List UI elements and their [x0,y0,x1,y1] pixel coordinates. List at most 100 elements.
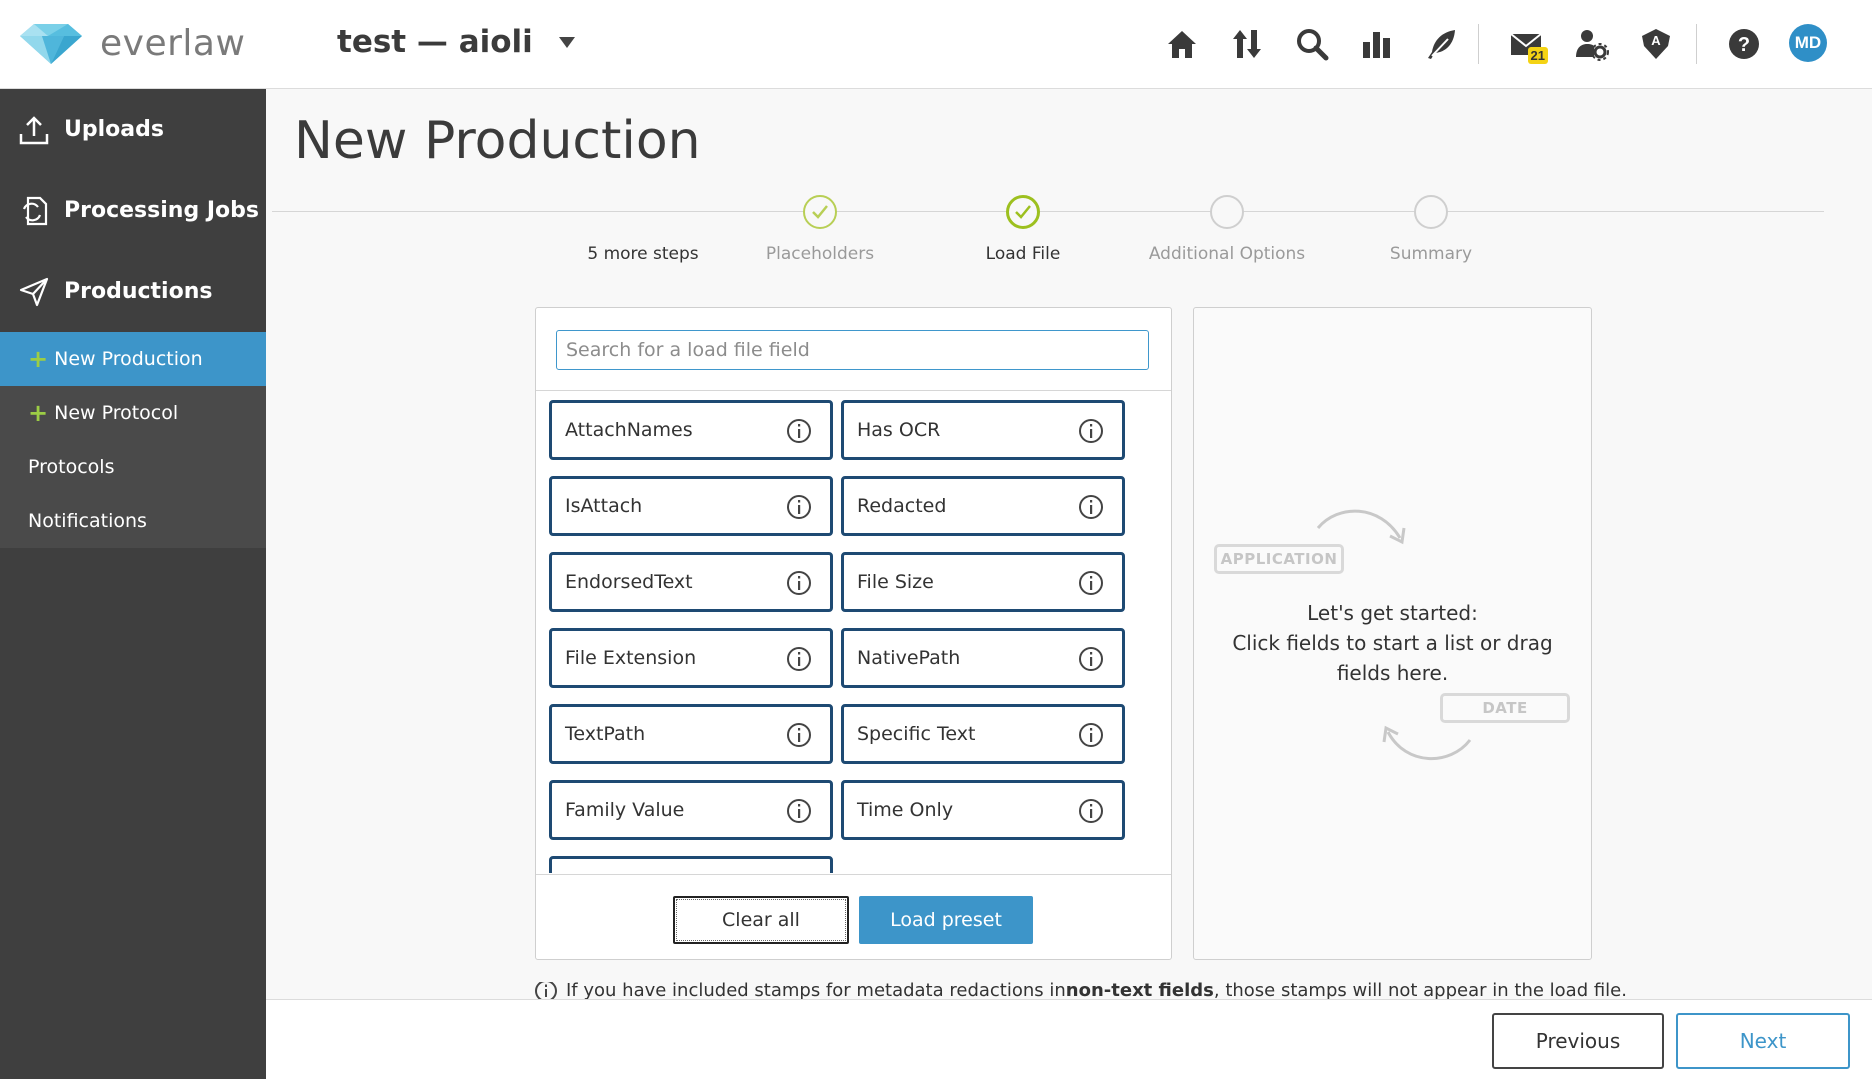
svg-text:?: ? [1738,34,1750,56]
info-icon[interactable] [786,722,812,748]
upload-icon [19,115,49,144]
info-icon[interactable] [1078,570,1104,596]
check-icon [1015,205,1031,219]
step-summary-label[interactable]: Summary [1390,244,1472,264]
field-chip-family-value[interactable]: Family Value [549,780,833,840]
sidebar-item-label: Uploads [64,117,164,142]
main-content: New Production 5 more steps Placeholders… [266,89,1872,999]
sidebar-item-protocols[interactable]: Protocols [0,440,266,494]
drop-zone-heading: Let's get started: [1307,601,1478,625]
sidebar-item-label: Processing Jobs [64,198,259,223]
ghost-tag-date: DATE [1440,693,1570,723]
feather-icon[interactable] [1418,20,1466,68]
analytics-icon[interactable] [1353,20,1401,68]
field-list: AttachNames Has OCR IsAttach Redacted En… [549,400,1149,873]
field-chip-textpath[interactable]: TextPath [549,704,833,764]
sidebar-item-label: Notifications [28,510,147,532]
step-placeholders-label[interactable]: Placeholders [766,244,874,264]
notice-text-start: If you have included stamps for metadata… [566,982,1066,999]
divider [536,390,1171,391]
step-summary-circle[interactable] [1414,195,1448,229]
admin-icon[interactable]: A [1632,20,1680,68]
field-chip-nativepath[interactable]: NativePath [841,628,1125,688]
user-settings-icon[interactable] [1567,20,1615,68]
info-icon[interactable] [1078,418,1104,444]
field-chip-redacted[interactable]: Redacted [841,476,1125,536]
processing-icon [22,196,48,225]
step-additional-options-label[interactable]: Additional Options [1149,244,1305,264]
info-icon[interactable] [786,570,812,596]
field-search-input[interactable] [556,330,1149,370]
step-load-file-label[interactable]: Load File [986,244,1061,264]
field-drop-zone[interactable]: APPLICATION Let's get started: Click fie… [1193,307,1592,960]
field-chip-label: IsAttach [565,495,643,517]
send-icon [19,277,49,306]
mail-count-badge: 21 [1527,47,1548,64]
info-icon[interactable] [1078,646,1104,672]
field-chip-isattach[interactable]: IsAttach [549,476,833,536]
sidebar-item-new-production[interactable]: + New Production [0,332,266,386]
previous-button[interactable]: Previous [1492,1013,1664,1069]
curved-arrow-icon [1382,725,1472,761]
info-icon[interactable] [786,494,812,520]
field-chip-label: Has OCR [857,419,941,441]
info-icon[interactable] [1078,722,1104,748]
field-chip-label: Time Only [857,799,954,821]
field-chip-label: File Size [857,571,934,593]
divider [1478,24,1479,64]
project-name: test — aioli [337,24,533,60]
divider [1696,24,1697,64]
page-title: New Production [294,111,701,171]
user-avatar[interactable]: MD [1789,24,1827,62]
field-chip-time-only[interactable]: Time Only [841,780,1125,840]
info-icon[interactable] [786,798,812,824]
field-chip-label: Family Value [565,799,685,821]
sidebar-item-productions[interactable]: Productions [0,251,266,332]
field-chip-label: Specific Text [857,723,976,745]
load-file-fields-panel: I AttachNames Has OCR IsAttach Redacted … [535,307,1172,960]
sidebar-item-label: Protocols [28,456,115,478]
info-icon[interactable] [1078,798,1104,824]
notice-text-bold: non-text fields [1065,982,1214,999]
sidebar-item-processing-jobs[interactable]: Processing Jobs [0,170,266,251]
caret-down-icon [558,36,575,48]
info-icon[interactable] [786,418,812,444]
sidebar-item-new-protocol[interactable]: + New Protocol [0,386,266,440]
field-chip-attachnames[interactable]: AttachNames [549,400,833,460]
step-placeholders-circle[interactable] [803,195,837,229]
project-selector[interactable]: test — aioli [337,24,575,60]
drop-zone-hint: Click fields to start a list or drag fie… [1232,631,1553,685]
field-chip-file-size[interactable]: File Size [841,552,1125,612]
help-icon[interactable]: ? [1720,20,1768,68]
transfer-icon[interactable] [1223,20,1271,68]
sidebar-item-label: Productions [64,279,213,304]
info-icon[interactable] [786,646,812,672]
sidebar: Uploads Processing Jobs Productions + Ne… [0,89,266,1079]
info-icon [535,982,557,999]
info-icon[interactable] [1078,494,1104,520]
more-steps-label[interactable]: 5 more steps [587,244,698,264]
divider [536,874,1171,875]
search-icon[interactable] [1288,20,1336,68]
field-chip-label: NativePath [857,647,961,669]
notice-text-end: , those stamps will not appear in the lo… [1213,982,1627,999]
clear-all-button[interactable]: Clear all [673,896,849,944]
sidebar-item-label: New Production [54,348,203,370]
sidebar-item-uploads[interactable]: Uploads [0,89,266,170]
svg-text:A: A [1651,33,1661,48]
field-chip-endorsedtext[interactable]: EndorsedText [549,552,833,612]
progress-line [272,211,1824,212]
step-additional-options-circle[interactable] [1210,195,1244,229]
field-chip-file-extension[interactable]: File Extension [549,628,833,688]
mail-icon[interactable]: 21 [1502,20,1550,68]
field-chip-specific-text[interactable]: Specific Text [841,704,1125,764]
field-chip-label: EndorsedText [565,571,693,593]
step-load-file-circle[interactable] [1006,195,1040,229]
home-icon[interactable] [1158,20,1206,68]
field-chip-partial[interactable] [549,856,833,873]
sidebar-item-notifications[interactable]: Notifications [0,494,266,548]
next-button[interactable]: Next [1676,1013,1850,1069]
field-chip-has-ocr[interactable]: Has OCR [841,400,1125,460]
everlaw-logo[interactable]: everlaw [20,22,245,64]
load-preset-button[interactable]: Load preset [859,896,1033,944]
